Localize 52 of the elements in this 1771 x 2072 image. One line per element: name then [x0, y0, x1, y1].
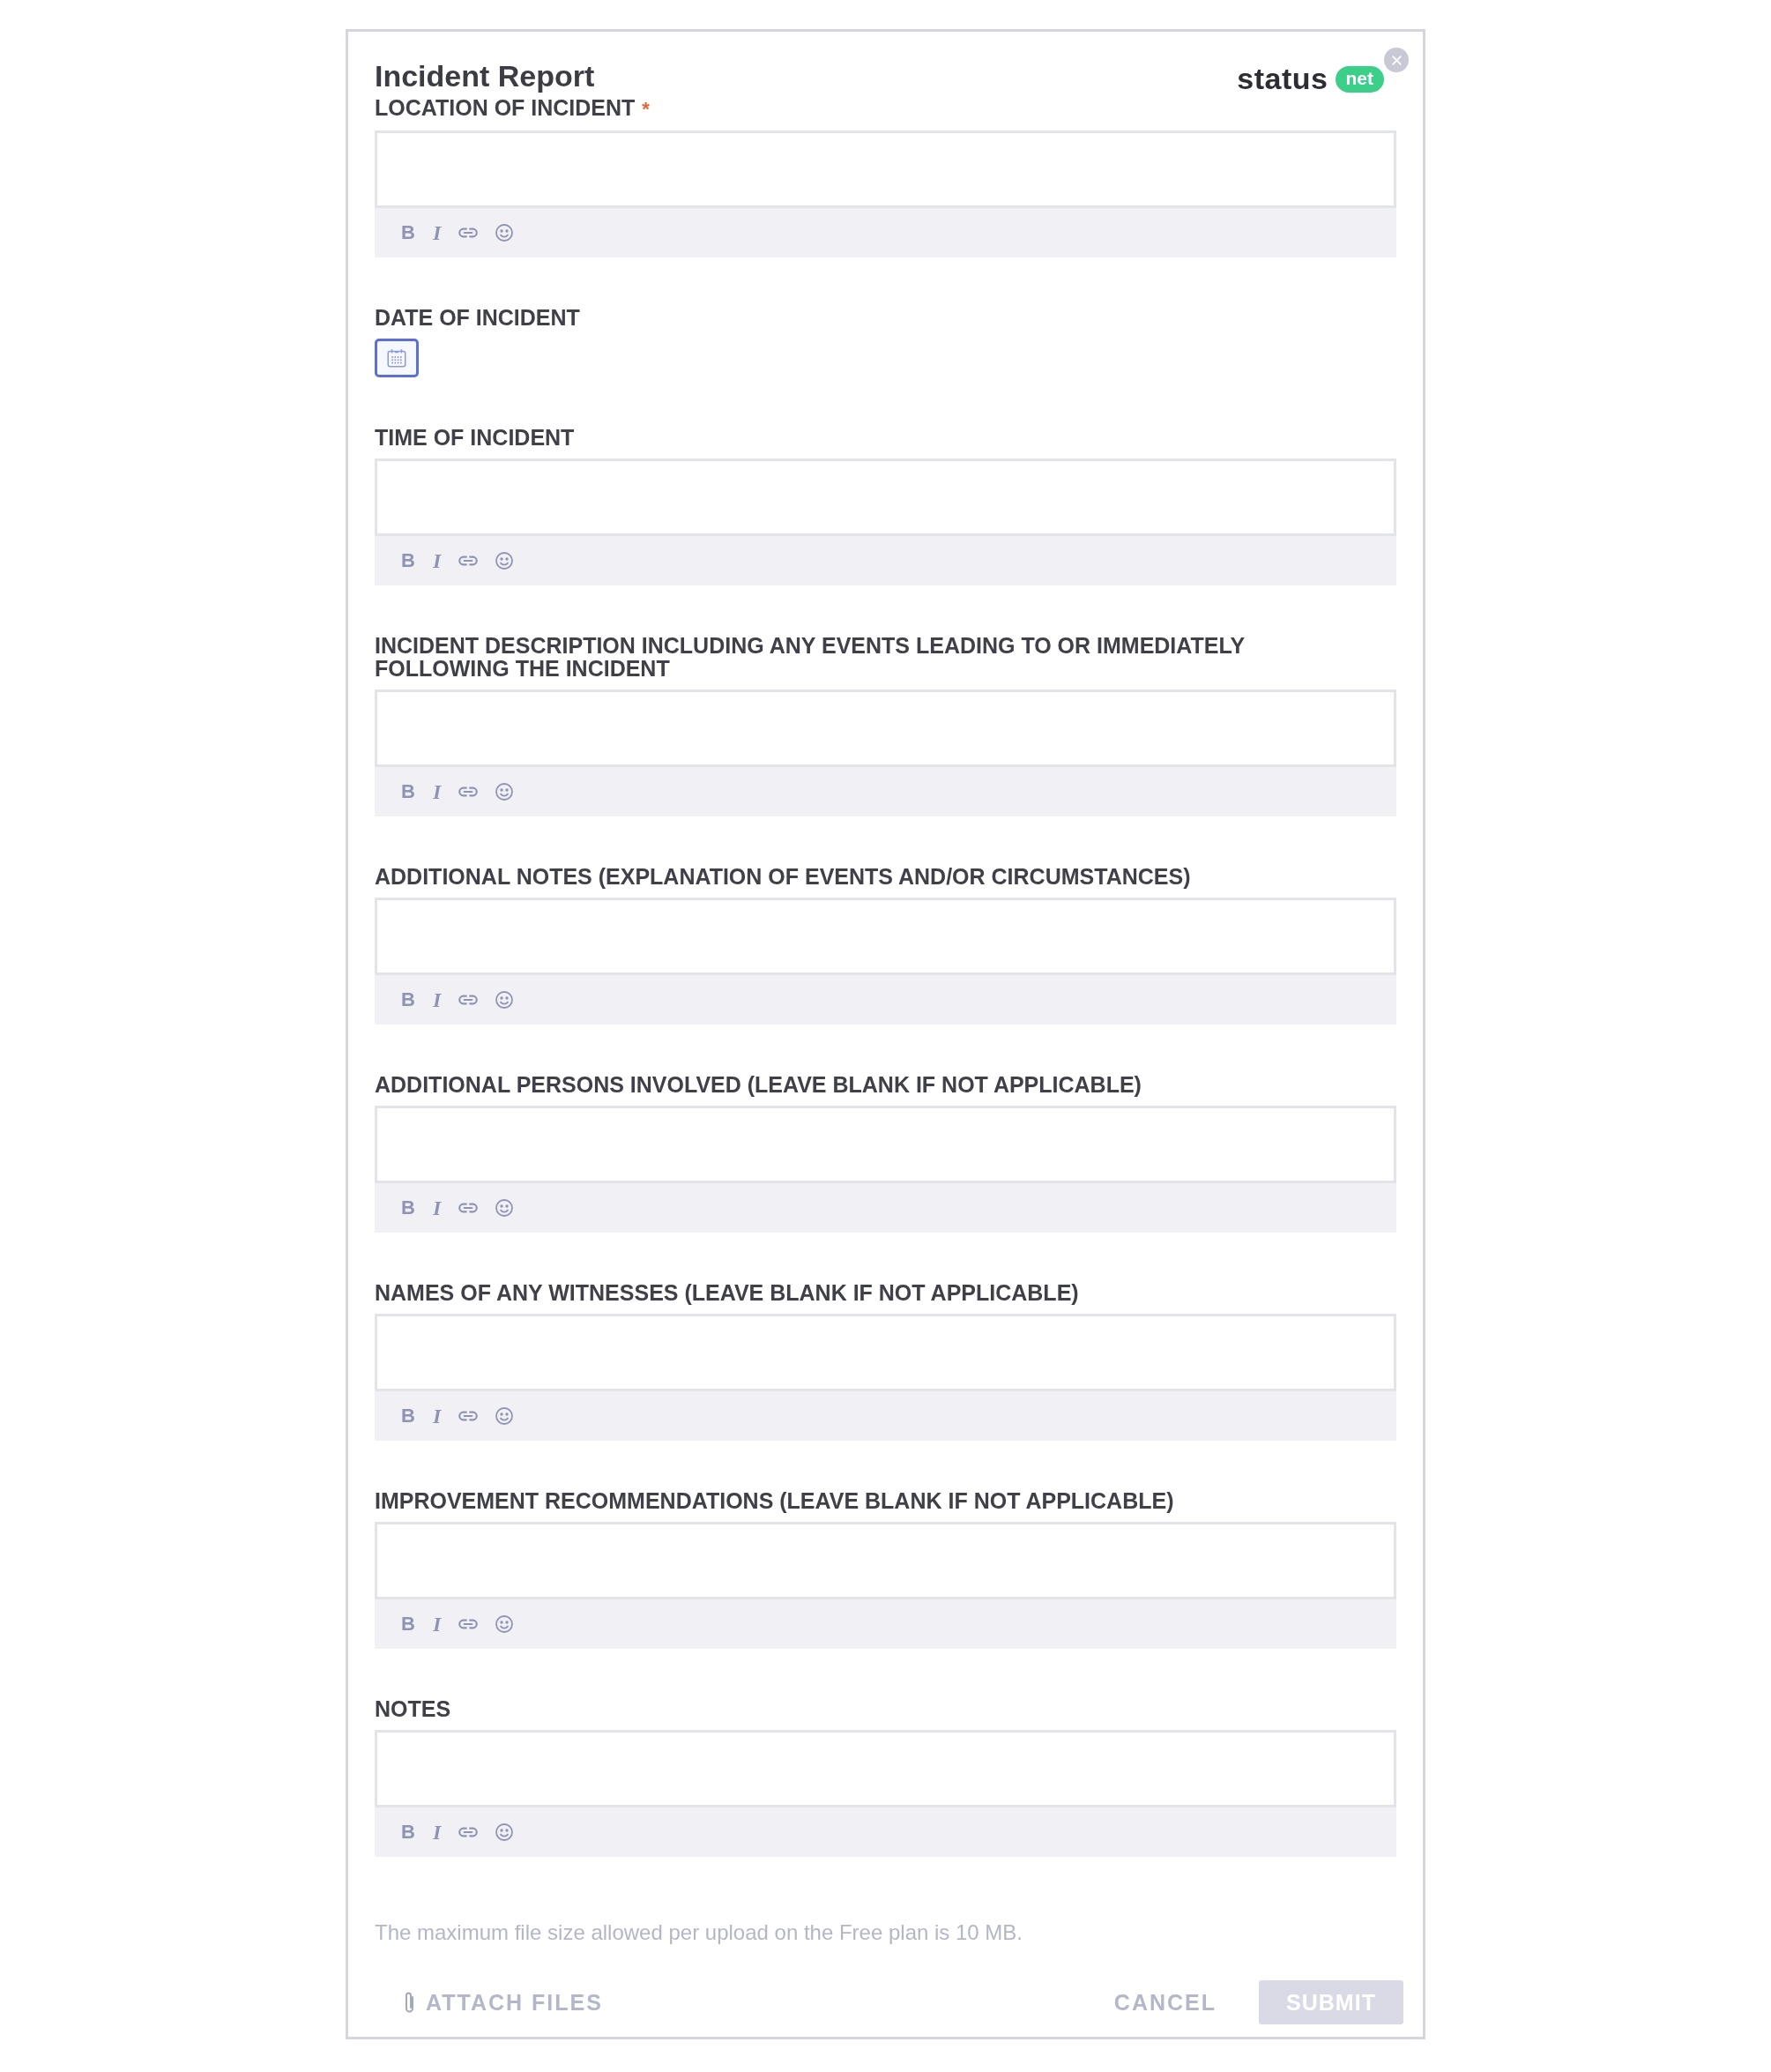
field-label: INCIDENT DESCRIPTION INCLUDING ANY EVENTS LEADING TO OR IMMEDIATELY FOLLOWING THE INCIDENT [375, 633, 1245, 681]
italic-button[interactable]: I [430, 779, 443, 804]
text-field[interactable] [375, 1106, 1396, 1183]
field-label: LOCATION OF INCIDENT [375, 95, 636, 120]
upload-note: The maximum file size allowed per upload on the Free plan is 10 MB. [375, 1920, 1024, 1945]
bold-button[interactable]: B [399, 1613, 417, 1636]
cancel-button[interactable]: CANCEL [1113, 1989, 1217, 2016]
emoji-icon[interactable] [494, 1405, 516, 1427]
date-picker-button[interactable] [375, 339, 419, 377]
text-field[interactable] [375, 1730, 1396, 1807]
field-label: IMPROVEMENT RECOMMENDATIONS (LEAVE BLANK IF NOT APPLICABLE) [375, 1488, 1174, 1513]
text-field[interactable] [375, 458, 1396, 536]
emoji-icon[interactable] [494, 1822, 516, 1843]
italic-button[interactable]: I [430, 1196, 443, 1220]
emoji-icon[interactable] [494, 781, 516, 802]
field-label: DATE OF INCIDENT [375, 305, 580, 330]
required-mark: * [642, 98, 650, 120]
emoji-icon[interactable] [494, 989, 516, 1010]
emoji-icon[interactable] [494, 1614, 516, 1635]
field-label: NOTES [375, 1696, 451, 1721]
field-label: NAMES OF ANY WITNESSES (LEAVE BLANK IF NOT APPLICABLE) [375, 1280, 1079, 1305]
close-button[interactable] [1384, 48, 1409, 72]
emoji-icon[interactable] [494, 550, 516, 571]
bold-button[interactable]: B [399, 780, 417, 803]
italic-button[interactable]: I [430, 1612, 443, 1636]
italic-button[interactable]: I [430, 220, 443, 245]
logo-badge: net [1335, 65, 1384, 93]
text-field[interactable] [375, 1314, 1396, 1391]
emoji-icon[interactable] [494, 222, 516, 243]
bold-button[interactable]: B [399, 549, 417, 572]
bold-button[interactable]: B [399, 221, 417, 244]
field-label: ADDITIONAL PERSONS INVOLVED (LEAVE BLANK IF NOT APPLICABLE) [375, 1072, 1142, 1097]
calendar-icon [385, 347, 408, 369]
italic-button[interactable]: I [430, 988, 443, 1012]
text-field[interactable] [375, 130, 1396, 208]
bold-button[interactable]: B [399, 1821, 417, 1844]
logo-text: status [1237, 62, 1328, 96]
field-label: ADDITIONAL NOTES (EXPLANATION OF EVENTS AND/OR CIRCUMSTANCES) [375, 864, 1191, 889]
bold-button[interactable]: B [399, 988, 417, 1011]
emoji-icon[interactable] [494, 1197, 516, 1219]
attach-files-button[interactable]: ATTACH FILES [403, 1989, 603, 2016]
italic-button[interactable]: I [430, 548, 443, 573]
form-title: Incident Report [375, 60, 595, 92]
text-field[interactable] [375, 689, 1396, 767]
close-icon [1390, 54, 1403, 66]
text-field[interactable] [375, 898, 1396, 975]
italic-button[interactable]: I [430, 1820, 443, 1845]
italic-button[interactable]: I [430, 1404, 443, 1428]
bold-button[interactable]: B [399, 1196, 417, 1219]
text-field[interactable] [375, 1522, 1396, 1599]
bold-button[interactable]: B [399, 1405, 417, 1427]
field-label: TIME OF INCIDENT [375, 425, 575, 450]
